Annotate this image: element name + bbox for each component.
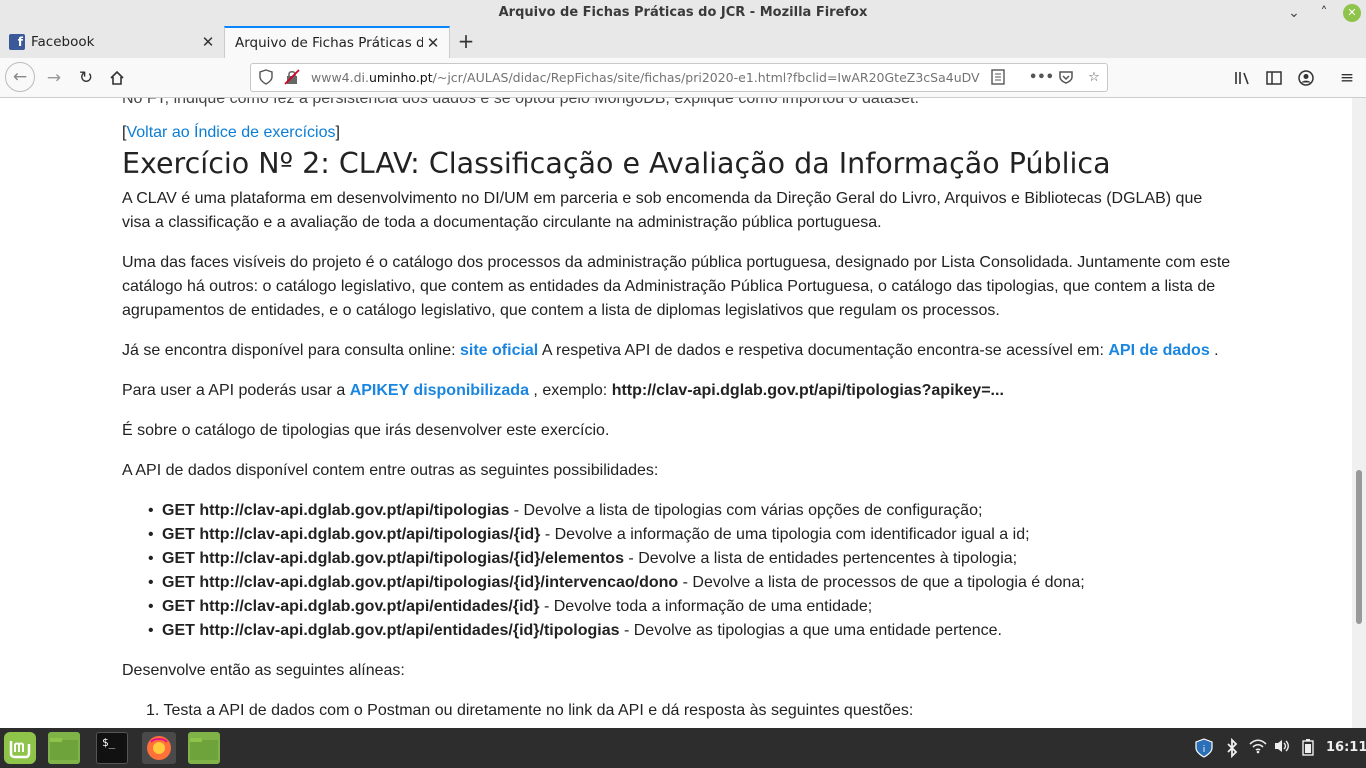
library-icon[interactable] xyxy=(1228,64,1256,92)
menu-icon[interactable]: ≡ xyxy=(1333,64,1361,92)
example-url: http://clav-api.dglab.gov.pt/api/tipolog… xyxy=(611,382,1004,399)
catalog-paragraph: Uma das faces visíveis do projeto é o ca… xyxy=(122,254,1231,319)
vertical-scrollbar[interactable] xyxy=(1352,98,1366,728)
site-oficial-link[interactable]: site oficial xyxy=(460,342,538,359)
api-dados-link[interactable]: API de dados xyxy=(1108,342,1209,359)
reload-icon[interactable]: ↻ xyxy=(72,64,100,92)
tab-bar: f Facebook ✕ Arquivo de Fichas Práticas … xyxy=(0,26,1366,58)
url-text: www4.di.uminho.pt/~jcr/AULAS/didac/RepFi… xyxy=(311,70,980,85)
new-tab-icon[interactable]: + xyxy=(455,30,477,52)
shield-update-icon[interactable]: i xyxy=(1194,738,1214,758)
maximize-icon[interactable]: ˄ xyxy=(1315,4,1333,22)
mint-menu-icon[interactable] xyxy=(4,732,36,764)
scrollbar-thumb[interactable] xyxy=(1356,470,1362,624)
tipologias-paragraph: É sobre o catálogo de tipologias que irá… xyxy=(122,422,610,439)
show-desktop-icon[interactable] xyxy=(48,732,80,764)
api-endpoint-list: GET http://clav-api.dglab.gov.pt/api/tip… xyxy=(148,499,1085,643)
close-tab-icon[interactable]: ✕ xyxy=(423,34,443,52)
cutoff-text: No FT, indique como fez a persistência d… xyxy=(122,98,919,107)
list-item: GET http://clav-api.dglab.gov.pt/api/tip… xyxy=(148,523,1085,547)
list-item: GET http://clav-api.dglab.gov.pt/api/tip… xyxy=(148,547,1085,571)
page-content: No FT, indique como fez a persistência d… xyxy=(0,98,1352,728)
forward-icon[interactable]: → xyxy=(40,64,68,92)
close-window-icon[interactable]: ✕ xyxy=(1343,4,1361,22)
insecure-lock-icon[interactable] xyxy=(283,69,301,87)
intro-paragraph: A CLAV é uma plataforma em desenvolvimen… xyxy=(122,190,1203,231)
tab-facebook[interactable]: f Facebook ✕ xyxy=(0,26,224,58)
list-item: GET http://clav-api.dglab.gov.pt/api/ent… xyxy=(148,595,1085,619)
tab-arquivo-fichas[interactable]: Arquivo de Fichas Práticas do J ✕ xyxy=(224,26,450,58)
task-list: 1. Testa a API de dados com o Postman ou… xyxy=(146,699,929,723)
minimize-icon[interactable]: ⌄ xyxy=(1285,4,1303,22)
exercise-heading: Exercício Nº 2: CLAV: Classificação e Av… xyxy=(122,147,1111,180)
terminal-icon[interactable]: $_ xyxy=(96,732,128,764)
files-icon[interactable] xyxy=(188,732,220,764)
back-icon[interactable]: ← xyxy=(5,62,35,92)
list-item: GET http://clav-api.dglab.gov.pt/api/tip… xyxy=(148,499,1085,523)
clock[interactable]: 16:11 xyxy=(1326,740,1366,755)
home-icon[interactable] xyxy=(103,64,131,92)
alineas-paragraph: Desenvolve então as seguintes alíneas: xyxy=(122,662,405,679)
apikey-paragraph: Para user a API poderás usar a APIKEY di… xyxy=(122,382,1004,399)
shield-icon[interactable] xyxy=(257,69,275,87)
back-link-line: [Voltar ao Índice de exercícios] xyxy=(122,124,340,141)
url-bar[interactable]: www4.di.uminho.pt/~jcr/AULAS/didac/RepFi… xyxy=(250,63,1108,92)
bluetooth-icon[interactable] xyxy=(1222,737,1242,759)
pocket-icon[interactable] xyxy=(1057,69,1075,87)
close-tab-icon[interactable]: ✕ xyxy=(198,33,218,51)
navigation-toolbar: ← → ↻ www4.di.uminho.pt/~jcr/AULAS/didac… xyxy=(0,58,1366,98)
firefox-icon[interactable] xyxy=(142,732,176,764)
sidebar-icon[interactable] xyxy=(1260,64,1288,92)
apikey-link[interactable]: APIKEY disponibilizada xyxy=(350,382,529,399)
reader-view-icon[interactable] xyxy=(989,69,1007,87)
list-item: 1. Testa a API de dados com o Postman ou… xyxy=(146,702,914,719)
wifi-icon[interactable] xyxy=(1248,738,1268,758)
tab-label: Facebook xyxy=(31,34,95,50)
page-actions-icon[interactable]: ••• xyxy=(1029,69,1054,87)
list-item: GET http://clav-api.dglab.gov.pt/api/ent… xyxy=(148,619,1085,643)
online-paragraph: Já se encontra disponível para consulta … xyxy=(122,342,1219,359)
volume-icon[interactable] xyxy=(1272,738,1292,758)
tab-label: Arquivo de Fichas Práticas do J xyxy=(235,35,423,51)
list-item: GET http://clav-api.dglab.gov.pt/api/tip… xyxy=(148,571,1085,595)
account-icon[interactable] xyxy=(1292,64,1320,92)
facebook-icon: f xyxy=(9,34,25,50)
api-intro-paragraph: A API de dados disponível contem entre o… xyxy=(122,462,659,479)
back-to-index-link[interactable]: Voltar ao Índice de exercícios xyxy=(126,124,335,141)
svg-text:i: i xyxy=(1203,745,1206,755)
window-titlebar: Arquivo de Fichas Práticas do JCR - Mozi… xyxy=(0,0,1366,26)
taskbar: $_ i 16:11 xyxy=(0,728,1366,768)
bookmark-star-icon[interactable]: ☆ xyxy=(1085,69,1103,87)
window-title: Arquivo de Fichas Práticas do JCR - Mozi… xyxy=(498,5,868,20)
battery-icon[interactable] xyxy=(1298,738,1318,758)
